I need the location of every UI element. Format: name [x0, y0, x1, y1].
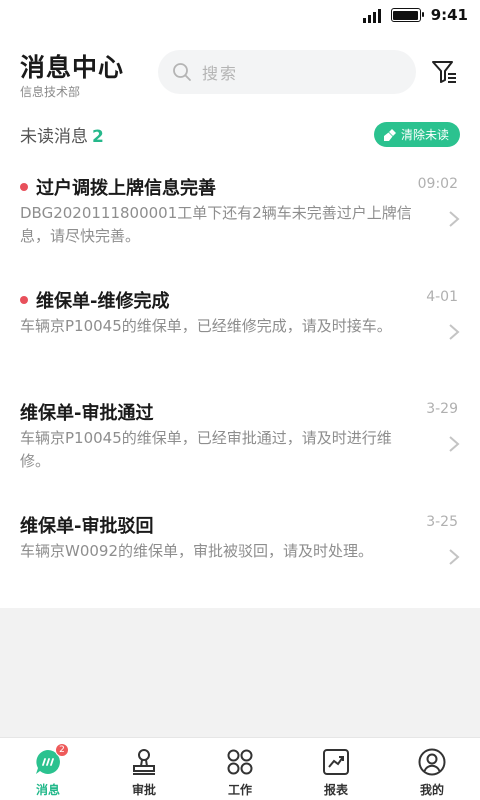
unread-label: 未读消息	[20, 127, 88, 147]
search-icon	[173, 63, 191, 81]
tab-label: 审批	[131, 783, 156, 797]
grid-icon	[225, 747, 255, 777]
chevron-right-icon	[449, 211, 460, 227]
message-date: 3-29	[426, 401, 458, 417]
message-item[interactable]: 维保单-审批通过 3-29 车辆京P10045的维保单，已经审批通过，请及时进行…	[0, 399, 480, 511]
tab-label: 消息	[35, 783, 60, 797]
tab-reports[interactable]: 报表	[288, 738, 384, 800]
message-badge: 2	[55, 743, 69, 757]
tab-me[interactable]: 我的	[384, 738, 480, 800]
message-title: 维保单-审批通过	[20, 403, 154, 424]
user-icon	[417, 747, 447, 777]
search-input[interactable]: 搜索	[158, 50, 416, 94]
message-item[interactable]: 维保单-维修完成 4-01 车辆京P10045的维保单，已经维修完成，请及时接车…	[0, 287, 480, 399]
message-body: 车辆京P10045的维保单，已经审批通过，请及时进行维修。	[20, 429, 392, 470]
battery-icon	[390, 8, 424, 22]
chevron-right-icon	[449, 549, 460, 565]
message-title: 过户调拨上牌信息完善	[36, 178, 216, 199]
message-body: 车辆京P10045的维保单，已经维修完成，请及时接车。	[20, 317, 392, 335]
message-icon: 2	[33, 743, 69, 777]
message-body: DBG2020111800001工单下还有2辆车未完善过户上牌信息，请尽快完善。	[20, 204, 412, 245]
message-title: 维保单-维修完成	[36, 291, 170, 312]
page-title: 消息中心	[20, 53, 125, 82]
status-time: 9:41	[430, 6, 468, 24]
message-list: 未读消息 2 清除未读 过户调拨上牌信息完善 09:02 DBG202011180…	[0, 112, 480, 608]
tab-label: 工作	[227, 783, 252, 797]
message-item[interactable]: 维保单-审批驳回 3-25 车辆京W0092的维保单，审批被驳回，请及时处理。	[0, 512, 480, 624]
unread-dot	[20, 183, 28, 191]
chevron-right-icon	[449, 324, 460, 340]
tab-messages[interactable]: 2 消息	[0, 738, 96, 800]
broom-icon	[383, 128, 396, 141]
stamp-icon	[129, 747, 159, 777]
signal-icon	[362, 7, 381, 23]
page-header: 消息中心 信息技术部 搜索	[0, 30, 480, 112]
status-bar: 9:41	[0, 0, 480, 30]
unread-summary: 未读消息 2 清除未读	[20, 122, 460, 148]
filter-icon[interactable]	[430, 58, 458, 86]
tab-approval[interactable]: 审批	[96, 738, 192, 800]
bottom-tab-bar: 2 消息 审批 工作 报表 我的	[0, 737, 480, 800]
unread-count: 2	[92, 127, 104, 147]
tab-label: 报表	[323, 783, 348, 797]
message-title: 维保单-审批驳回	[20, 516, 154, 537]
page-subtitle: 信息技术部	[20, 85, 81, 99]
chevron-right-icon	[449, 436, 460, 452]
tab-work[interactable]: 工作	[192, 738, 288, 800]
message-date: 4-01	[426, 289, 458, 305]
clear-unread-button[interactable]: 清除未读	[373, 122, 460, 147]
tab-label: 我的	[419, 783, 444, 797]
message-item[interactable]: 过户调拨上牌信息完善 09:02 DBG2020111800001工单下还有2辆…	[0, 174, 480, 286]
message-body: 车辆京W0092的维保单，审批被驳回，请及时处理。	[20, 542, 374, 560]
message-date: 3-25	[426, 514, 458, 530]
chart-icon	[321, 747, 351, 777]
message-date: 09:02	[417, 176, 458, 192]
clear-unread-label: 清除未读	[400, 128, 449, 142]
unread-dot	[20, 296, 28, 304]
search-placeholder: 搜索	[202, 64, 239, 83]
